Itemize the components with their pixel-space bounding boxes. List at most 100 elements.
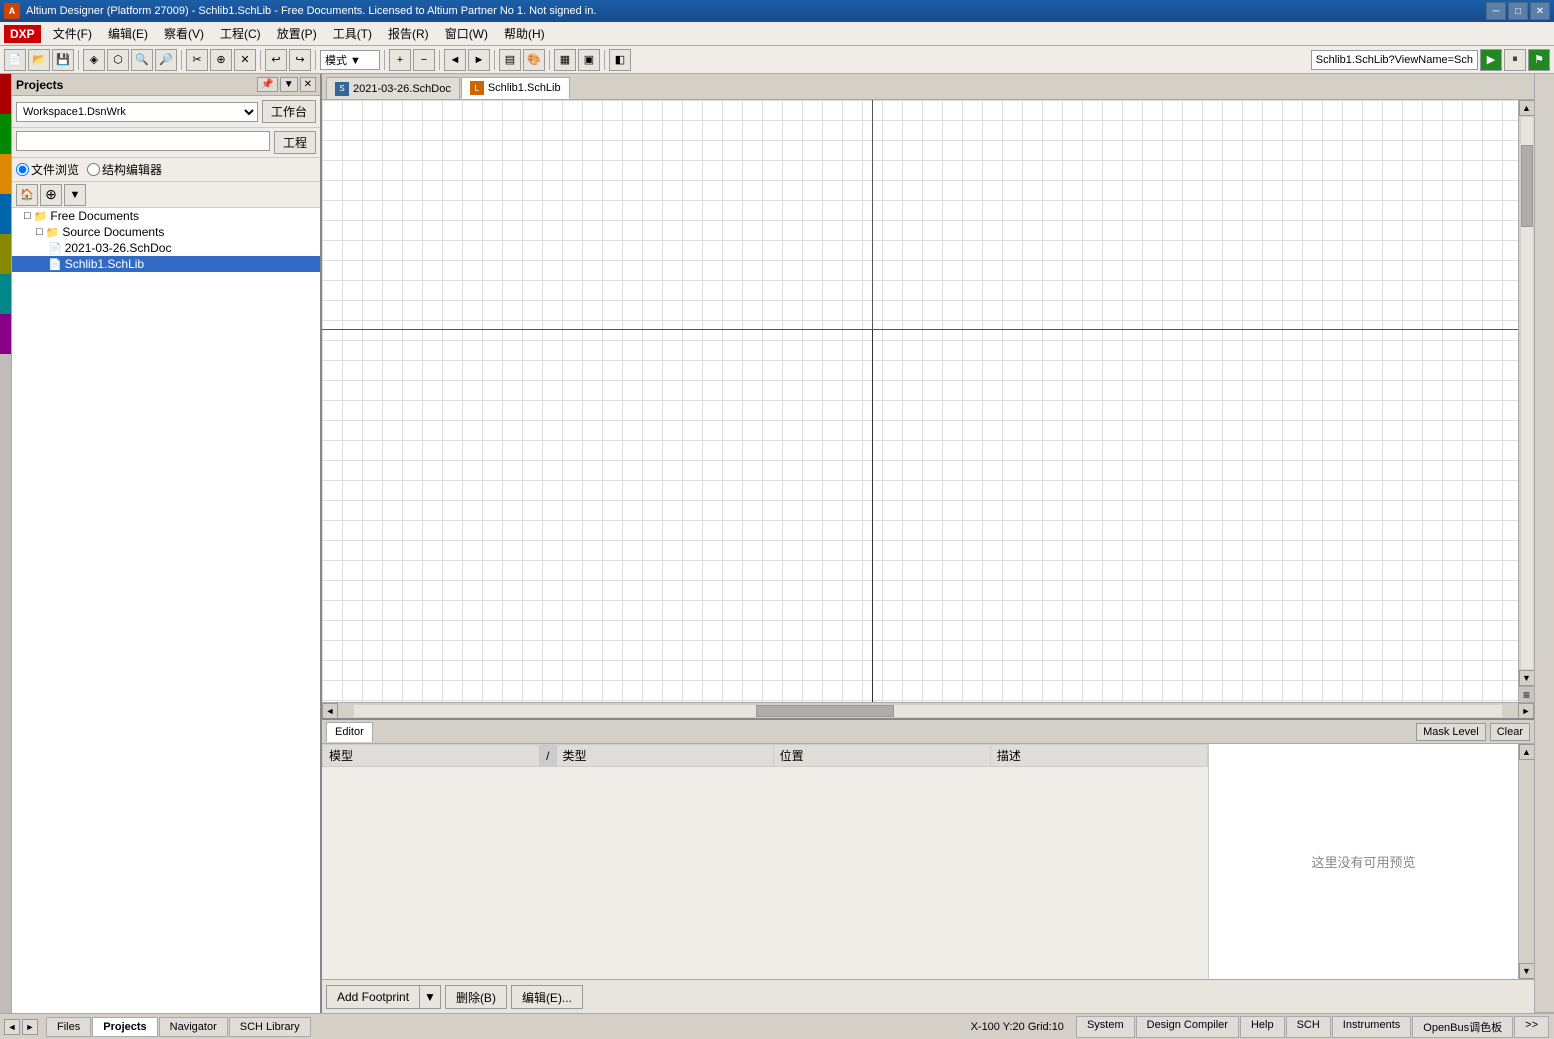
- status-design-compiler-btn[interactable]: Design Compiler: [1136, 1016, 1239, 1038]
- bottom-vscroll: ▲ ▼: [1518, 744, 1534, 979]
- workspace-dropdown[interactable]: Workspace1.DsnWrk: [16, 102, 258, 122]
- schdoc-tab-icon: S: [335, 82, 349, 96]
- tb-nav-right[interactable]: ►: [468, 49, 490, 71]
- menu-help[interactable]: 帮助(H): [496, 23, 553, 44]
- status-tab-navigator[interactable]: Navigator: [159, 1017, 228, 1037]
- tb-go-green[interactable]: ▶: [1480, 49, 1502, 71]
- status-system-btn[interactable]: System: [1076, 1016, 1135, 1038]
- tree-free-docs[interactable]: □ 📁 Free Documents: [12, 208, 320, 224]
- tb-pause-btn[interactable]: ⏸: [1504, 49, 1526, 71]
- tb-copy-btn[interactable]: ⊕: [210, 49, 232, 71]
- tb-view-btn[interactable]: ▣: [578, 49, 600, 71]
- left-color-7: [0, 314, 11, 354]
- project-button[interactable]: 工程: [274, 131, 316, 154]
- dxp-menu[interactable]: DXP: [4, 25, 41, 43]
- status-tab-files[interactable]: Files: [46, 1017, 91, 1037]
- sidebar-menu-btn[interactable]: ▼: [280, 77, 298, 92]
- tb-redo-btn[interactable]: ↪: [289, 49, 311, 71]
- tb-layer-btn[interactable]: ▤: [499, 49, 521, 71]
- status-tab-schlibrary[interactable]: SCH Library: [229, 1017, 311, 1037]
- tb-grid-btn[interactable]: ▦: [554, 49, 576, 71]
- tb-nav-left[interactable]: ◄: [444, 49, 466, 71]
- file-browse-radio-input[interactable]: [16, 163, 29, 176]
- status-sch-btn[interactable]: SCH: [1286, 1016, 1331, 1038]
- status-help-btn[interactable]: Help: [1240, 1016, 1285, 1038]
- tb-new-btn[interactable]: 📄: [4, 49, 26, 71]
- menu-file[interactable]: 文件(F): [45, 23, 100, 44]
- btm-vscroll-down[interactable]: ▼: [1519, 963, 1535, 979]
- vscroll-thumb[interactable]: [1521, 145, 1533, 228]
- menu-window[interactable]: 窗口(W): [437, 23, 496, 44]
- add-footprint-button[interactable]: Add Footprint: [326, 985, 420, 1009]
- tb-btn4[interactable]: 🔎: [155, 49, 177, 71]
- vscroll-up-btn[interactable]: ▲: [1519, 100, 1535, 116]
- tb-open-btn[interactable]: 📂: [28, 49, 50, 71]
- sb-add-btn[interactable]: ⊕: [40, 184, 62, 206]
- bottom-panel: Editor Mask Level Clear 模型 / 类型: [322, 718, 1534, 1013]
- add-footprint-arrow[interactable]: ▼: [420, 985, 441, 1009]
- tree-file-schdoc[interactable]: 📄 2021-03-26.SchDoc: [12, 240, 320, 256]
- sb-home-btn[interactable]: 🏠: [16, 184, 38, 206]
- view-name-dropdown[interactable]: Schlib1.SchLib?ViewName=Sch: [1311, 50, 1478, 70]
- tb-minus-btn[interactable]: −: [413, 49, 435, 71]
- title-bar-left: A Altium Designer (Platform 27009) - Sch…: [4, 3, 596, 19]
- menu-tools[interactable]: 工具(T): [325, 23, 380, 44]
- menu-view[interactable]: 察看(V): [156, 23, 212, 44]
- menu-place[interactable]: 放置(P): [269, 23, 325, 44]
- tab-schlib[interactable]: L Schlib1.SchLib: [461, 77, 570, 99]
- tb-undo-btn[interactable]: ↩: [265, 49, 287, 71]
- file-tree: □ 📁 Free Documents □ 📁 Source Documents …: [12, 208, 320, 1013]
- hscroll-left-btn[interactable]: ◄: [322, 703, 338, 719]
- delete-button[interactable]: 删除(B): [445, 985, 507, 1009]
- tb-flag-btn[interactable]: ⚑: [1528, 49, 1550, 71]
- file-browse-radio[interactable]: 文件浏览: [16, 161, 79, 178]
- edit-button[interactable]: 编辑(E)...: [511, 985, 583, 1009]
- tb-save-btn[interactable]: 💾: [52, 49, 74, 71]
- status-instruments-btn[interactable]: Instruments: [1332, 1016, 1411, 1038]
- editor-tab[interactable]: Editor: [326, 722, 373, 742]
- tb-plus-btn[interactable]: +: [389, 49, 411, 71]
- vscroll-down-btn[interactable]: ▼: [1519, 670, 1535, 686]
- tree-file-schlib[interactable]: 📄 Schlib1.SchLib: [12, 256, 320, 272]
- clear-button[interactable]: Clear: [1490, 723, 1530, 741]
- status-nav-left[interactable]: ◄: [4, 1019, 20, 1035]
- source-docs-label: Source Documents: [62, 225, 164, 239]
- tb-sep4: [315, 50, 316, 70]
- sidebar-close-btn[interactable]: ✕: [300, 77, 316, 92]
- sb-arrow-btn[interactable]: ▼: [64, 184, 86, 206]
- struct-editor-radio-input[interactable]: [87, 163, 100, 176]
- tb-palette-btn[interactable]: 🎨: [523, 49, 545, 71]
- status-tab-projects[interactable]: Projects: [92, 1017, 157, 1037]
- menu-report[interactable]: 报告(R): [380, 23, 437, 44]
- tb-btn1[interactable]: ◈: [83, 49, 105, 71]
- workbench-button[interactable]: 工作台: [262, 100, 316, 123]
- tb-btn3[interactable]: 🔍: [131, 49, 153, 71]
- canvas-hscroll: ◄ ►: [322, 702, 1534, 718]
- tree-source-docs[interactable]: □ 📁 Source Documents: [12, 224, 320, 240]
- mode-dropdown[interactable]: 模式 ▼: [320, 50, 380, 70]
- panel-split-btn[interactable]: ≡: [1519, 686, 1534, 702]
- hscroll-right-btn[interactable]: ►: [1518, 703, 1534, 719]
- tb-paste-btn[interactable]: ✕: [234, 49, 256, 71]
- sidebar-pin-btn[interactable]: 📌: [257, 77, 277, 92]
- project-search-input[interactable]: [16, 131, 270, 151]
- tab-schdoc[interactable]: S 2021-03-26.SchDoc: [326, 77, 460, 99]
- minimize-button[interactable]: ─: [1486, 2, 1506, 20]
- tb-extra-btn[interactable]: ◧: [609, 49, 631, 71]
- menu-project[interactable]: 工程(C): [212, 23, 269, 44]
- mask-level-button[interactable]: Mask Level: [1416, 723, 1486, 741]
- status-right-panels: System Design Compiler Help SCH Instrume…: [1076, 1016, 1550, 1038]
- tb-cut-btn[interactable]: ✂: [186, 49, 208, 71]
- struct-editor-radio[interactable]: 结构编辑器: [87, 161, 162, 178]
- canvas-area[interactable]: [322, 100, 1518, 702]
- right-tab-config[interactable]: 配: [1548, 74, 1554, 1013]
- status-openbus-btn[interactable]: OpenBus调色板: [1412, 1016, 1513, 1038]
- status-more-btn[interactable]: >>: [1514, 1016, 1549, 1038]
- maximize-button[interactable]: □: [1508, 2, 1528, 20]
- hscroll-thumb[interactable]: [756, 705, 894, 717]
- close-button[interactable]: ✕: [1530, 2, 1550, 20]
- btm-vscroll-up[interactable]: ▲: [1519, 744, 1535, 760]
- status-nav-right[interactable]: ►: [22, 1019, 38, 1035]
- menu-edit[interactable]: 编辑(E): [100, 23, 156, 44]
- tb-btn2[interactable]: ⬡: [107, 49, 129, 71]
